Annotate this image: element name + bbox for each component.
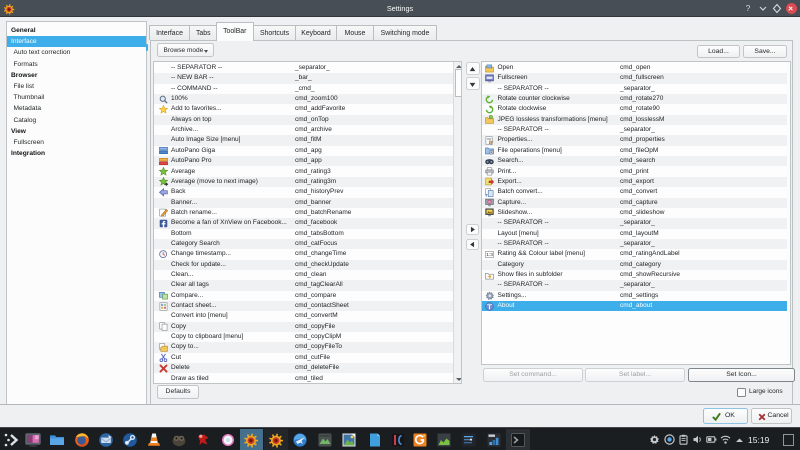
svg-text:1:3: 1:3: [486, 252, 493, 258]
